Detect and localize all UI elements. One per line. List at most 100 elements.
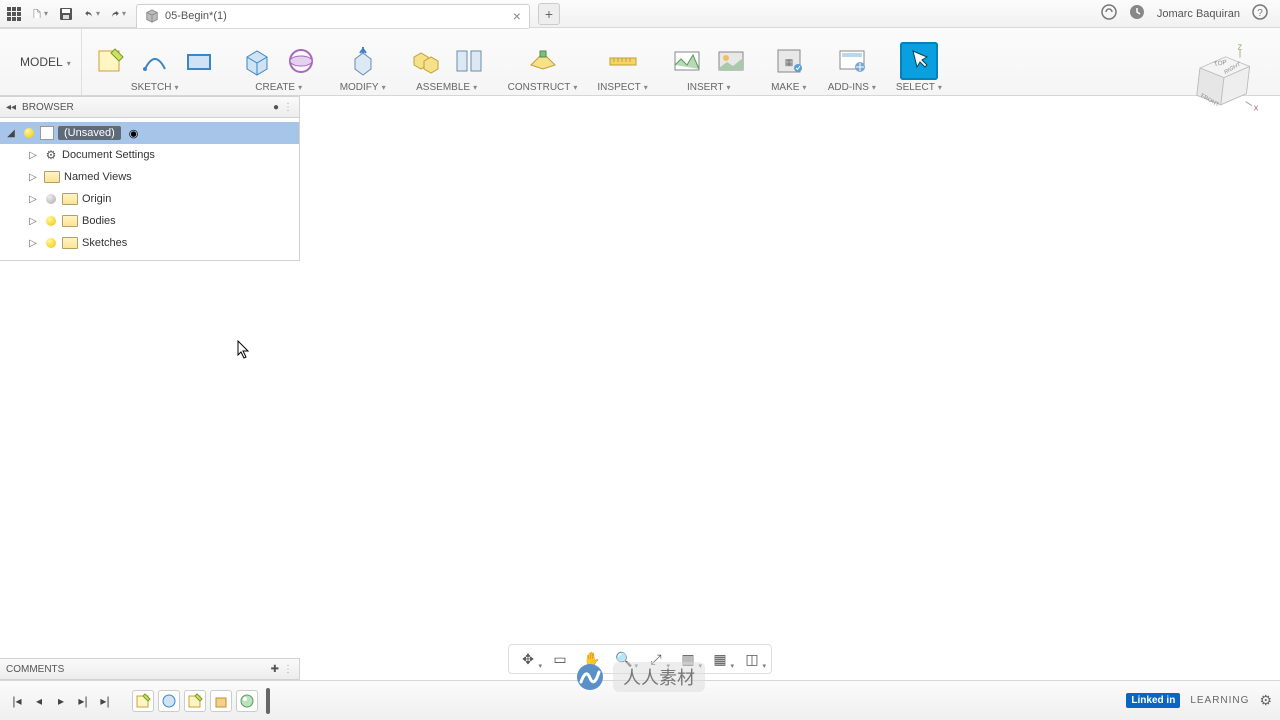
line-tool-icon[interactable] xyxy=(136,42,174,80)
watermark-cn: 人人素材 xyxy=(613,662,705,692)
save-icon[interactable] xyxy=(58,6,74,22)
watermark-rrcg: RRCG xyxy=(560,96,729,126)
new-component-icon[interactable] xyxy=(406,42,444,80)
lightbulb-icon[interactable] xyxy=(44,236,58,250)
addins-menu-label[interactable]: ADD-INS xyxy=(828,82,876,93)
insert-decal-icon[interactable] xyxy=(668,42,706,80)
tree-item-named-views[interactable]: ▷ Named Views xyxy=(0,166,299,188)
browser-tree: ◢ (Unsaved) ◉ ▷ ⚙ Document Settings ▷ Na… xyxy=(0,118,300,261)
sketch-menu-label[interactable]: SKETCH xyxy=(131,82,179,93)
select-menu-label[interactable]: SELECT xyxy=(896,82,942,93)
ribbon-toolbar: MODEL SKETCH CREATE MODIFY ASSEMBLE xyxy=(0,28,1280,96)
file-menu-icon[interactable]: ▾ xyxy=(32,6,48,22)
revolve-icon[interactable] xyxy=(282,42,320,80)
insert-menu-label[interactable]: INSERT xyxy=(687,82,731,93)
expand-icon[interactable]: ◢ xyxy=(4,128,18,139)
orbit-icon[interactable]: ✥ xyxy=(517,649,539,669)
lightbulb-icon[interactable] xyxy=(22,126,36,140)
comments-title: COMMENTS xyxy=(6,664,64,675)
ribbon-group-assemble: ASSEMBLE xyxy=(396,28,498,95)
target-icon[interactable]: ◉ xyxy=(129,127,139,140)
timeline-features xyxy=(132,688,270,714)
add-comment-icon[interactable]: ✚ xyxy=(271,664,279,675)
lightbulb-icon[interactable] xyxy=(44,192,58,206)
timeline-step-back-icon[interactable]: ◂ xyxy=(30,692,48,710)
modify-menu-label[interactable]: MODIFY xyxy=(340,82,386,93)
timeline-feature-sketch2[interactable] xyxy=(184,690,206,712)
expand-icon[interactable]: ▷ xyxy=(26,172,40,183)
create-menu-label[interactable]: CREATE xyxy=(255,82,302,93)
make-menu-label[interactable]: MAKE xyxy=(771,82,806,93)
timeline-feature-extrude[interactable] xyxy=(210,690,232,712)
viewport-settings-icon[interactable]: ◫ xyxy=(741,649,763,669)
browser-header[interactable]: ◂◂ BROWSER ●⋮ xyxy=(0,96,300,118)
document-tabs: 05-Begin*(1) × + xyxy=(136,0,1101,28)
help-icon[interactable]: ? xyxy=(1252,4,1268,23)
measure-icon[interactable] xyxy=(604,42,642,80)
inspect-menu-label[interactable]: INSPECT xyxy=(597,82,647,93)
tree-item-sketches[interactable]: ▷ Sketches xyxy=(0,232,299,254)
insert-image-icon[interactable] xyxy=(712,42,750,80)
close-tab-icon[interactable]: × xyxy=(513,9,521,23)
quick-access-toolbar: ▾ ▾ ▾ xyxy=(6,6,126,22)
linkedin-badge: Linked in xyxy=(1126,693,1180,708)
construct-plane-icon[interactable] xyxy=(524,42,562,80)
undo-icon[interactable]: ▾ xyxy=(84,6,100,22)
joint-icon[interactable] xyxy=(450,42,488,80)
create-sketch-icon[interactable] xyxy=(92,42,130,80)
ribbon-group-inspect: INSPECT xyxy=(587,28,657,95)
title-bar: ▾ ▾ ▾ 05-Begin*(1) × + Jomarc Baquiran ? xyxy=(0,0,1280,28)
apps-grid-icon[interactable] xyxy=(6,6,22,22)
look-at-icon[interactable]: ▭ xyxy=(549,649,571,669)
tree-item-origin[interactable]: ▷ Origin xyxy=(0,188,299,210)
ribbon-group-modify: MODIFY xyxy=(330,28,396,95)
workspace-switcher[interactable]: MODEL xyxy=(10,28,82,95)
browser-panel: ◂◂ BROWSER ●⋮ ◢ (Unsaved) ◉ ▷ ⚙ Document… xyxy=(0,96,300,261)
timeline-start-icon[interactable]: |◂ xyxy=(8,692,26,710)
expand-icon[interactable]: ▷ xyxy=(26,194,40,205)
timeline-feature-sketch[interactable] xyxy=(132,690,154,712)
extensions-icon[interactable] xyxy=(1101,4,1117,23)
expand-icon[interactable]: ▷ xyxy=(26,150,40,161)
timeline-end-icon[interactable]: ▸| xyxy=(96,692,114,710)
redo-icon[interactable]: ▾ xyxy=(110,6,126,22)
timeline-step-fwd-icon[interactable]: ▸| xyxy=(74,692,92,710)
timeline-feature-revolve[interactable] xyxy=(158,690,180,712)
rectangle-tool-icon[interactable] xyxy=(180,42,218,80)
expand-icon[interactable]: ▷ xyxy=(26,238,40,249)
ribbon-group-insert: INSERT xyxy=(658,28,760,95)
comments-drag-icon[interactable]: ⋮ xyxy=(283,664,293,675)
select-tool-icon[interactable] xyxy=(900,42,938,80)
root-name: (Unsaved) xyxy=(58,126,121,140)
construct-menu-label[interactable]: CONSTRUCT xyxy=(508,82,578,93)
user-name[interactable]: Jomarc Baquiran xyxy=(1157,8,1240,20)
browser-drag-icon[interactable]: ⋮ xyxy=(283,102,293,113)
document-tab[interactable]: 05-Begin*(1) × xyxy=(136,4,530,28)
view-cube[interactable]: Z X TOP FRONT RIGHT xyxy=(1180,40,1260,120)
document-tab-title: 05-Begin*(1) xyxy=(165,10,227,22)
timeline-feature-material[interactable] xyxy=(236,690,258,712)
browser-settings-icon[interactable]: ● xyxy=(273,102,279,113)
expand-icon[interactable]: ▷ xyxy=(26,216,40,227)
timeline-marker[interactable] xyxy=(266,688,270,714)
ribbon-group-select: SELECT xyxy=(886,28,952,95)
assemble-menu-label[interactable]: ASSEMBLE xyxy=(416,82,477,93)
model-view xyxy=(300,156,980,596)
comments-header[interactable]: COMMENTS ✚ ⋮ xyxy=(0,658,300,680)
job-status-icon[interactable] xyxy=(1129,4,1145,23)
tree-item-document-settings[interactable]: ▷ ⚙ Document Settings xyxy=(0,144,299,166)
new-tab-button[interactable]: + xyxy=(538,3,560,25)
make-3dprint-icon[interactable]: ▦ xyxy=(770,42,808,80)
collapse-icon[interactable]: ◂◂ xyxy=(6,102,16,113)
lightbulb-icon[interactable] xyxy=(44,214,58,228)
press-pull-icon[interactable] xyxy=(344,42,382,80)
grid-settings-icon[interactable]: ▦ xyxy=(709,649,731,669)
tree-item-label: Document Settings xyxy=(62,149,155,161)
bottombar-right: Linked in LEARNING ⚙ xyxy=(1126,692,1272,709)
extrude-icon[interactable] xyxy=(238,42,276,80)
addins-icon[interactable] xyxy=(833,42,871,80)
tree-root[interactable]: ◢ (Unsaved) ◉ xyxy=(0,122,299,144)
settings-gear-icon[interactable]: ⚙ xyxy=(1259,692,1272,709)
timeline-play-icon[interactable]: ▸ xyxy=(52,692,70,710)
tree-item-bodies[interactable]: ▷ Bodies xyxy=(0,210,299,232)
